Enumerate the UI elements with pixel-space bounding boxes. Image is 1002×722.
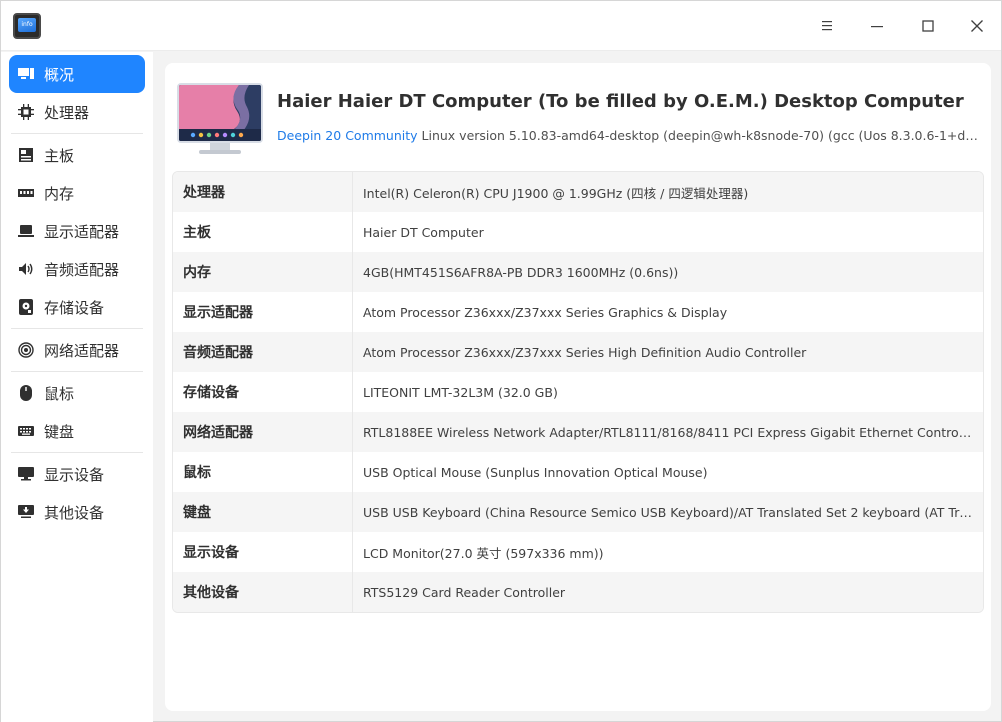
table-row: 主板 Haier DT Computer: [173, 212, 983, 252]
row-value: USB Optical Mouse (Sunplus Innovation Op…: [363, 464, 708, 480]
row-value: Atom Processor Z36xxx/Z37xxx Series Grap…: [363, 304, 728, 320]
sidebar-item-label: 网络适配器: [44, 341, 120, 360]
row-key: 其他设备: [173, 572, 353, 612]
network-icon: [17, 341, 35, 359]
table-row: 鼠标 USB Optical Mouse (Sunplus Innovation…: [173, 452, 983, 492]
info-table: 处理器 Intel(R) Celeron(R) CPU J1900 @ 1.99…: [172, 171, 984, 613]
sidebar-item-label: 显示适配器: [44, 222, 120, 241]
motherboard-icon: [17, 146, 35, 164]
maximize-icon: [922, 20, 934, 32]
sidebar: 概况 处理器 主板 内存 显示适配器 音频适配器 存储设备 网络适配器 鼠标 键…: [1, 52, 153, 722]
row-value: RTS5129 Card Reader Controller: [363, 584, 566, 600]
row-key: 显示适配器: [173, 292, 353, 332]
row-key: 主板: [173, 212, 353, 252]
sidebar-item-display-adapter[interactable]: 显示适配器: [9, 212, 145, 250]
sidebar-item-network[interactable]: 网络适配器: [9, 331, 145, 369]
close-button[interactable]: [962, 11, 992, 41]
sidebar-item-cpu[interactable]: 处理器: [9, 93, 145, 131]
row-value: LCD Monitor(27.0 英寸 (597x336 mm)): [363, 545, 604, 561]
sidebar-item-other-devices[interactable]: 其他设备: [9, 493, 145, 531]
app-window: info 概况 处理器 主板 内存 显示适配器 音频适配器 存储设备 网络适配器…: [0, 0, 1002, 722]
sidebar-item-label: 概况: [44, 65, 75, 84]
row-value: Atom Processor Z36xxx/Z37xxx Series High…: [363, 344, 807, 360]
table-row: 显示适配器 Atom Processor Z36xxx/Z37xxx Serie…: [173, 292, 983, 332]
display-adapter-icon: [17, 222, 35, 240]
os-detail: Linux version 5.10.83-amd64-desktop (dee…: [421, 128, 985, 143]
divider: [11, 328, 143, 329]
memory-icon: [17, 184, 35, 202]
sidebar-item-label: 鼠标: [44, 384, 75, 403]
app-icon: info: [13, 13, 41, 39]
computer-illustration: [177, 83, 263, 157]
table-row: 显示设备 LCD Monitor(27.0 英寸 (597x336 mm)): [173, 532, 983, 572]
sidebar-item-audio-adapter[interactable]: 音频适配器: [9, 250, 145, 288]
mouse-icon: [17, 384, 35, 402]
menu-button[interactable]: [812, 11, 842, 41]
sidebar-item-monitor[interactable]: 显示设备: [9, 455, 145, 493]
keyboard-icon: [17, 422, 35, 440]
close-icon: [971, 20, 983, 32]
row-value: Intel(R) Celeron(R) CPU J1900 @ 1.99GHz …: [363, 185, 749, 201]
menu-icon: [822, 21, 832, 31]
overview-icon: [17, 65, 35, 83]
sidebar-item-label: 主板: [44, 146, 75, 165]
app-icon-label: info: [18, 18, 36, 32]
sidebar-item-label: 音频适配器: [44, 260, 120, 279]
row-key: 网络适配器: [173, 412, 353, 452]
row-key: 显示设备: [173, 532, 353, 572]
device-title: Haier Haier DT Computer (To be filled by…: [277, 91, 964, 112]
table-row: 内存 4GB(HMT451S6AFR8A-PB DDR3 1600MHz (0.…: [173, 252, 983, 292]
row-key: 存储设备: [173, 372, 353, 412]
row-key: 处理器: [173, 172, 353, 212]
divider: [11, 452, 143, 453]
row-value: 4GB(HMT451S6AFR8A-PB DDR3 1600MHz (0.6ns…: [363, 264, 679, 280]
audio-icon: [17, 260, 35, 278]
minimize-icon: [871, 26, 883, 28]
cpu-icon: [17, 103, 35, 121]
row-value: LITEONIT LMT-32L3M (32.0 GB): [363, 384, 558, 400]
sidebar-item-keyboard[interactable]: 键盘: [9, 412, 145, 450]
minimize-button[interactable]: [862, 11, 892, 41]
sidebar-item-label: 存储设备: [44, 298, 105, 317]
monitor-icon: [17, 465, 35, 483]
row-key: 键盘: [173, 492, 353, 532]
table-row: 其他设备 RTS5129 Card Reader Controller: [173, 572, 983, 612]
row-value: RTL8188EE Wireless Network Adapter/RTL81…: [363, 424, 979, 440]
sidebar-item-label: 键盘: [44, 422, 75, 441]
table-row: 处理器 Intel(R) Celeron(R) CPU J1900 @ 1.99…: [173, 172, 983, 212]
sidebar-item-label: 内存: [44, 184, 75, 203]
sidebar-item-label: 显示设备: [44, 465, 105, 484]
storage-icon: [17, 298, 35, 316]
sidebar-item-storage[interactable]: 存储设备: [9, 288, 145, 326]
row-key: 内存: [173, 252, 353, 292]
row-value: Haier DT Computer: [363, 224, 484, 240]
divider: [11, 133, 143, 134]
sidebar-item-motherboard[interactable]: 主板: [9, 136, 145, 174]
table-row: 存储设备 LITEONIT LMT-32L3M (32.0 GB): [173, 372, 983, 412]
sidebar-item-memory[interactable]: 内存: [9, 174, 145, 212]
main-panel: Haier Haier DT Computer (To be filled by…: [165, 63, 991, 711]
divider: [11, 371, 143, 372]
sidebar-item-label: 处理器: [44, 103, 90, 122]
row-key: 音频适配器: [173, 332, 353, 372]
maximize-button[interactable]: [913, 11, 943, 41]
sidebar-item-mouse[interactable]: 鼠标: [9, 374, 145, 412]
overview-header: Haier Haier DT Computer (To be filled by…: [177, 83, 987, 163]
sidebar-item-label: 其他设备: [44, 503, 105, 522]
row-value: USB USB Keyboard (China Resource Semico …: [363, 504, 983, 520]
other-devices-icon: [17, 503, 35, 521]
os-link[interactable]: Deepin 20 Community: [277, 128, 418, 143]
title-bar: info: [1, 1, 1001, 51]
row-key: 鼠标: [173, 452, 353, 492]
table-row: 网络适配器 RTL8188EE Wireless Network Adapter…: [173, 412, 983, 452]
table-row: 键盘 USB USB Keyboard (China Resource Semi…: [173, 492, 983, 532]
table-row: 音频适配器 Atom Processor Z36xxx/Z37xxx Serie…: [173, 332, 983, 372]
sidebar-item-overview[interactable]: 概况: [9, 55, 145, 93]
os-info: Deepin 20 Community Linux version 5.10.8…: [277, 128, 985, 143]
